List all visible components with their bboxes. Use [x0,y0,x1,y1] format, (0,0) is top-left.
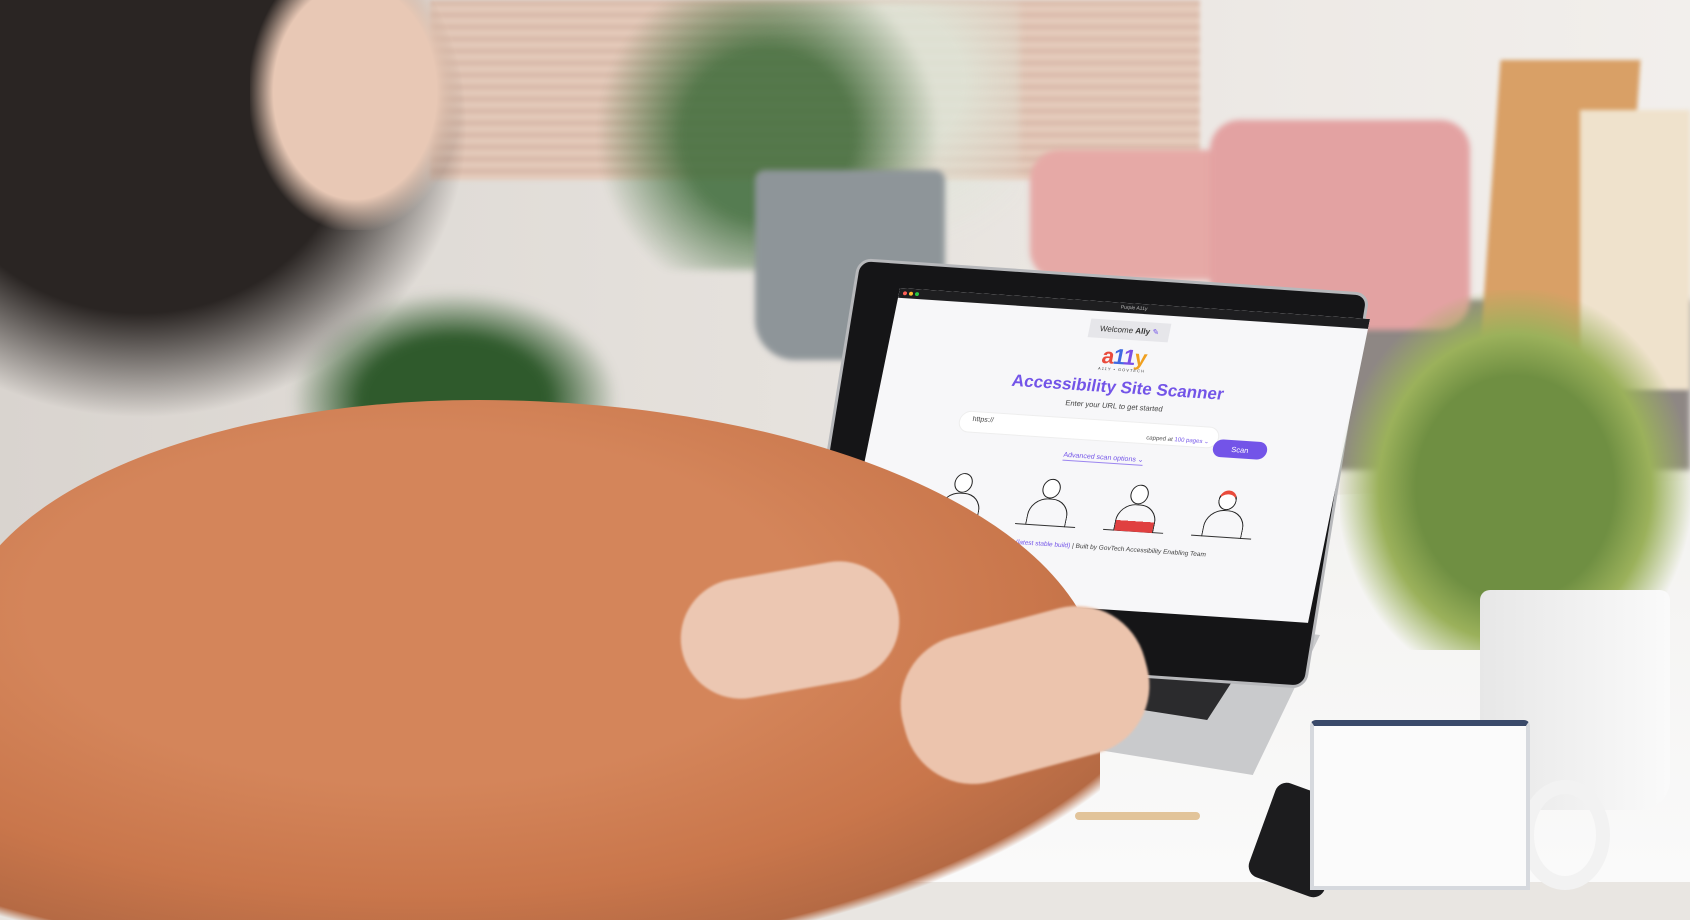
url-placeholder: https:// [971,415,995,425]
built-by-text: | Built by GovTech Accessibility Enablin… [1071,542,1207,559]
pencil-icon[interactable]: ✎ [1151,328,1160,337]
window-title: Purple A11y [1120,304,1148,313]
pencil [1075,812,1200,820]
welcome-prefix: Welcome [1099,324,1135,336]
minimize-icon[interactable] [908,291,914,296]
page-cap-dropdown[interactable]: capped at 100 pages ⌄ [1146,434,1210,445]
person-monitor-illustration [1015,473,1086,528]
maximize-icon[interactable] [914,291,920,297]
scan-button[interactable]: Scan [1211,438,1269,461]
mug-handle [1520,780,1610,890]
chevron-down-icon: ⌄ [1203,439,1210,446]
welcome-badge[interactable]: Welcome Ally ✎ [1088,318,1171,343]
person-sling-illustration [1103,478,1174,534]
chevron-down-icon: ⌄ [1137,456,1145,464]
advanced-scan-options-toggle[interactable]: Advanced scan options ⌄ [1062,450,1145,466]
welcome-name: Ally [1134,326,1151,337]
person-stressed-illustration [1191,484,1262,540]
url-input[interactable]: https:// capped at 100 pages ⌄ [956,410,1222,449]
coffee-mug [1310,720,1530,890]
close-icon[interactable] [902,291,908,296]
person-face [250,0,460,230]
pink-pillow [1030,150,1240,280]
